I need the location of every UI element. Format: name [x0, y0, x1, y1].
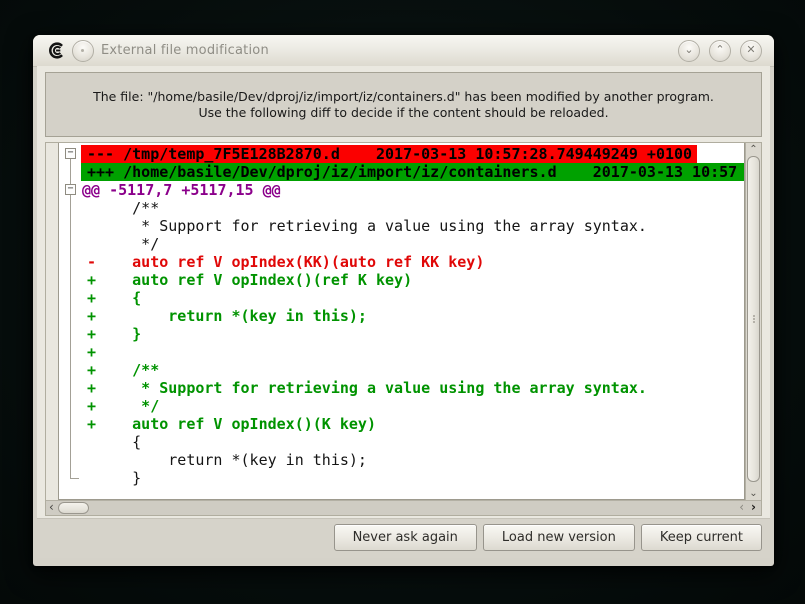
diff-line[interactable]: * Support for retrieving a value using t…: [59, 217, 744, 235]
titlebar[interactable]: External file modification ⌄ ⌃ ✕: [33, 35, 774, 67]
diff-line[interactable]: + }: [59, 325, 744, 343]
close-button[interactable]: ✕: [740, 40, 762, 62]
diff-line[interactable]: +: [59, 343, 744, 361]
diff-line[interactable]: + */: [59, 397, 744, 415]
diff-line[interactable]: + {: [59, 289, 744, 307]
diff-line-text: */: [87, 235, 159, 253]
button-panel: Never ask again Load new version Keep cu…: [37, 518, 770, 558]
horizontal-scrollbar[interactable]: ‹ ‹ ›: [46, 500, 761, 515]
chevron-down-icon: ⌄: [684, 43, 693, 56]
diff-lines: --- /tmp/temp_7F5E128B2870.d 2017-03-13 …: [59, 145, 744, 487]
desktop-background: External file modification ⌄ ⌃ ✕ The fil…: [0, 0, 805, 604]
scroll-right-icon[interactable]: ›: [751, 501, 756, 515]
diff-line-text: + auto ref V opIndex()(K key): [87, 415, 376, 433]
diff-line-text: {: [87, 433, 141, 451]
window-controls: ⌄ ⌃ ✕: [678, 40, 762, 62]
load-new-version-button[interactable]: Load new version: [483, 524, 635, 551]
diff-line-text: + }: [87, 325, 141, 343]
scroll-up-icon[interactable]: ⌃: [746, 144, 761, 156]
diff-line[interactable]: +++ /home/basile/Dev/dproj/iz/import/iz/…: [59, 163, 744, 181]
diff-line-text: + /**: [87, 361, 159, 379]
diff-line-text: --- /tmp/temp_7F5E128B2870.d 2017-03-13 …: [81, 145, 697, 163]
diff-content-area: --- /tmp/temp_7F5E128B2870.d 2017-03-13 …: [58, 143, 745, 500]
diff-line-text: }: [87, 469, 141, 487]
diff-line[interactable]: return *(key in this);: [59, 451, 744, 469]
window-menu-button[interactable]: [72, 40, 94, 62]
shade-button[interactable]: ⌄: [678, 40, 700, 62]
diff-line-text: + return *(key in this);: [87, 307, 367, 325]
diff-line-text: + {: [87, 289, 141, 307]
keep-current-button[interactable]: Keep current: [641, 524, 762, 551]
menu-dot-icon: [81, 49, 84, 52]
diff-line-text: +++ /home/basile/Dev/dproj/iz/import/iz/…: [81, 163, 744, 181]
diff-line[interactable]: /**: [59, 199, 744, 217]
window-title: External file modification: [101, 35, 269, 66]
message-panel: The file: "/home/basile/Dev/dproj/iz/imp…: [45, 72, 762, 137]
diff-line-text: + */: [87, 397, 159, 415]
diff-line[interactable]: {: [59, 433, 744, 451]
horizontal-scrollbar-thumb[interactable]: [58, 502, 89, 514]
never-ask-again-button[interactable]: Never ask again: [334, 524, 477, 551]
message-line-2: Use the following diff to decide if the …: [198, 105, 608, 121]
diff-line[interactable]: --- /tmp/temp_7F5E128B2870.d 2017-03-13 …: [59, 145, 744, 163]
coedit-logo-icon: [48, 42, 65, 59]
diff-line[interactable]: }: [59, 469, 744, 487]
diff-line[interactable]: */: [59, 235, 744, 253]
diff-line[interactable]: + auto ref V opIndex()(ref K key): [59, 271, 744, 289]
diff-line[interactable]: + /**: [59, 361, 744, 379]
tree-expander-file[interactable]: −: [65, 148, 76, 159]
message-line-1: The file: "/home/basile/Dev/dproj/iz/imp…: [93, 89, 714, 105]
scroll-left-icon[interactable]: ‹: [739, 501, 744, 515]
vertical-scrollbar[interactable]: ⌃ ⌄: [745, 143, 761, 500]
diff-line-text: +: [87, 343, 96, 361]
tree-expander-hunk[interactable]: −: [65, 184, 76, 195]
thumb-grip-icon: [752, 314, 756, 324]
diff-line-text: - auto ref V opIndex(KK)(auto ref KK key…: [87, 253, 484, 271]
action-buttons: Never ask again Load new version Keep cu…: [334, 524, 762, 551]
diff-line-text: * Support for retrieving a value using t…: [87, 217, 647, 235]
diff-line[interactable]: + auto ref V opIndex()(K key): [59, 415, 744, 433]
close-icon: ✕: [746, 43, 755, 56]
scroll-down-icon[interactable]: ⌄: [746, 488, 761, 500]
diff-line[interactable]: - auto ref V opIndex(KK)(auto ref KK key…: [59, 253, 744, 271]
diff-viewer: --- /tmp/temp_7F5E128B2870.d 2017-03-13 …: [45, 142, 762, 516]
diff-line[interactable]: + * Support for retrieving a value using…: [59, 379, 744, 397]
diff-line-text: + * Support for retrieving a value using…: [87, 379, 647, 397]
diff-line[interactable]: @@ -5117,7 +5117,15 @@: [59, 181, 744, 199]
external-file-modification-dialog: External file modification ⌄ ⌃ ✕ The fil…: [33, 35, 774, 566]
dialog-body: The file: "/home/basile/Dev/dproj/iz/imp…: [37, 66, 770, 558]
diff-line-text: return *(key in this);: [87, 451, 367, 469]
diff-line-text: /**: [87, 199, 159, 217]
vertical-scrollbar-thumb[interactable]: [747, 156, 760, 482]
diff-line-text: + auto ref V opIndex()(ref K key): [87, 271, 412, 289]
minus-icon: −: [67, 183, 73, 194]
diff-line[interactable]: + return *(key in this);: [59, 307, 744, 325]
chevron-up-icon: ⌃: [715, 43, 724, 56]
maximize-button[interactable]: ⌃: [709, 40, 731, 62]
diff-line-text: @@ -5117,7 +5117,15 @@: [82, 181, 281, 199]
scroll-left-icon[interactable]: ‹: [49, 501, 54, 515]
minus-icon: −: [67, 147, 73, 158]
